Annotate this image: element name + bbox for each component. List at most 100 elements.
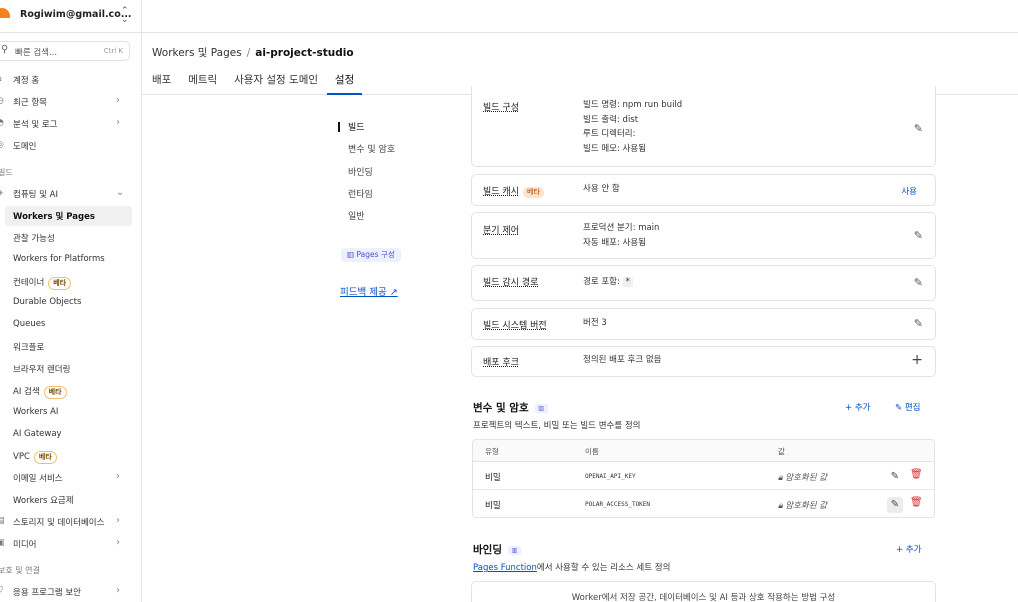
tab-deployments[interactable]: 배포 (152, 72, 171, 95)
account-switcher[interactable]: Rogiwim@gmail.co... ⌃ ⌄ (0, 0, 141, 33)
build-watch-paths-card: 빌드 감시 경로 경로 포함: * ✎ (471, 265, 936, 301)
enable-cache-button[interactable]: 사용 (901, 185, 917, 197)
sidebar-item-workers-plans[interactable]: Workers 요금제 (0, 490, 141, 510)
column-type: 유형 (485, 447, 499, 456)
sidebar-item-label: 도메인 (13, 142, 37, 152)
sidebar-item-ai-search[interactable]: AI 검색 베타 (0, 381, 141, 401)
sidebar-item-label: 스토리지 및 데이터베이스 (13, 518, 105, 528)
external-link-icon: ↗ (389, 287, 398, 298)
sidebar-item-label: Queues (13, 319, 46, 329)
chevron-right-icon: › (116, 471, 120, 482)
sidebar-item-label: 계정 홈 (13, 76, 40, 86)
sidebar-item-browser-rendering[interactable]: 브라우저 렌더링 (0, 359, 141, 379)
pencil-icon[interactable]: ✎ (914, 229, 923, 242)
chevron-right-icon: › (116, 95, 120, 106)
sidebar-item-workers-pages[interactable]: Workers 및 Pages (5, 206, 132, 226)
sidebar-item-label: 워크플로 (13, 343, 45, 353)
beta-badge: 베타 (33, 451, 57, 464)
sidebar-item-ai-gateway[interactable]: AI Gateway (0, 425, 141, 445)
chevron-right-icon: › (116, 537, 120, 548)
sidebar-item-workflows[interactable]: 워크플로 (0, 337, 141, 357)
pencil-icon[interactable]: ✎ (887, 497, 903, 513)
cpu-icon: ◈ (0, 188, 3, 198)
deploy-hooks-value: 정의된 배포 후크 없음 (583, 355, 662, 365)
cloudflare-logo-icon (0, 8, 10, 18)
breadcrumb-parent[interactable]: Workers 및 Pages (152, 47, 242, 59)
sidebar-item-recent[interactable]: ◷ 최근 항목 › (0, 92, 141, 112)
tab-metrics[interactable]: 메트릭 (188, 72, 217, 95)
build-cache-label: 빌드 캐시 베타 (483, 184, 544, 198)
deploy-hooks-card: 배포 후크 정의된 배포 후크 없음 + (471, 346, 936, 377)
build-watch-value: 경로 포함: * (583, 275, 633, 290)
sidebar-item-label: Workers for Platforms (13, 254, 105, 264)
pagenav-general[interactable]: 일반 (348, 209, 365, 222)
sidebar-item-vpc[interactable]: VPC 베타 (0, 447, 141, 467)
sidebar-section-build: 빌드 (0, 168, 13, 177)
sidebar-item-app-security[interactable]: ⛉ 응용 프로그램 보안 › (0, 582, 141, 602)
doc-icon[interactable]: ▥ (507, 545, 521, 555)
pagenav-variables[interactable]: 변수 및 암호 (348, 142, 395, 155)
pencil-icon[interactable]: ✎ (914, 276, 923, 289)
database-icon: ▤ (0, 516, 5, 526)
pagenav-bindings[interactable]: 바인딩 (348, 165, 373, 178)
sidebar-item-workers-ai[interactable]: Workers AI (0, 403, 141, 423)
sidebar-group-storage[interactable]: ▤ 스토리지 및 데이터베이스 › (0, 512, 141, 532)
tab-custom-domains[interactable]: 사용자 설정 도메인 (234, 72, 318, 95)
variables-description: 프로젝트의 텍스트, 비밀 또는 빌드 변수를 정의 (473, 421, 641, 431)
plus-icon[interactable]: + (911, 352, 923, 368)
doc-icon[interactable]: ▥ (534, 403, 548, 413)
sidebar-item-workers-for-platforms[interactable]: Workers for Platforms (0, 250, 141, 270)
build-cache-text: 빌드 캐시 (483, 187, 519, 197)
sidebar-item-label: 최근 항목 (13, 98, 47, 108)
column-name: 이름 (585, 447, 599, 456)
sidebar-item-domains[interactable]: ◎ 도메인 (0, 136, 141, 156)
bindings-description: Pages Function에서 사용할 수 있는 리소스 세트 정의 (473, 561, 670, 573)
pages-config-badge[interactable]: ▥ Pages 구성 (341, 248, 401, 262)
branch-control-card: 분기 제어 프로덕션 분기: main 자동 배포: 사용됨 ✎ (471, 212, 936, 259)
add-binding-button[interactable]: + 추가 (896, 543, 921, 555)
chevron-up-down-icon: ⌃ ⌄ (121, 6, 129, 25)
pagenav-runtime[interactable]: 런타임 (348, 187, 373, 200)
sidebar-item-label: 응용 프로그램 보안 (13, 588, 81, 598)
pagenav-build[interactable]: 빌드 (348, 120, 365, 133)
sidebar-item-analytics[interactable]: ◔ 분석 및 로그 › (0, 114, 141, 134)
row-type: 비밀 (485, 501, 501, 511)
tab-settings[interactable]: 설정 (326, 72, 363, 95)
root-directory: 루트 디렉터리: (583, 129, 636, 139)
variables-title-text: 변수 및 암호 (473, 402, 529, 414)
pages-function-link[interactable]: Pages Function (473, 563, 537, 573)
sidebar-item-durable-objects[interactable]: Durable Objects (0, 293, 141, 313)
chart-icon: ◔ (0, 118, 4, 128)
clock-icon: ◷ (0, 96, 4, 106)
sidebar-item-email-service[interactable]: 이메일 서비스 › (0, 468, 141, 488)
edit-variables-button[interactable]: ✎ 편집 (895, 401, 920, 413)
chevron-down-icon: ⌄ (116, 187, 125, 198)
sidebar-item-containers[interactable]: 컨테이너 베타 (0, 272, 141, 292)
sidebar-item-label: 컴퓨팅 및 AI (13, 190, 59, 200)
sidebar-group-media[interactable]: ▣ 미디어 › (0, 534, 141, 554)
pencil-icon[interactable]: ✎ (914, 317, 923, 330)
bindings-title: 바인딩 ▥ (473, 542, 521, 557)
sidebar-item-queues[interactable]: Queues (0, 315, 141, 335)
search-placeholder: 빠른 검색... (15, 48, 58, 58)
row-name: OPENAI_API_KEY (585, 473, 636, 480)
tab-bar: 배포 메트릭 사용자 설정 도메인 설정 (152, 72, 376, 95)
sidebar-group-compute[interactable]: ◈ 컴퓨팅 및 AI ⌄ (0, 184, 141, 204)
sidebar-item-label: AI Gateway (13, 429, 62, 439)
row-value: 🔒︎ 암호화된 값 (778, 499, 827, 511)
quick-search[interactable]: ⚲ 빠른 검색... Ctrl K (0, 41, 130, 61)
sidebar-item-label: Workers AI (13, 407, 59, 417)
trash-icon[interactable]: 🗑︎ (910, 469, 923, 480)
trash-icon[interactable]: 🗑︎ (910, 497, 923, 508)
auto-deploy: 자동 배포: 사용됨 (583, 237, 647, 248)
chevron-right-icon: › (116, 117, 120, 128)
pencil-icon[interactable]: ✎ (914, 122, 923, 135)
bindings-description-text: 에서 사용할 수 있는 리소스 세트 정의 (536, 563, 671, 573)
sidebar-item-account-home[interactable]: ⌂ 계정 홈 (0, 70, 141, 90)
watch-include-pattern: * (622, 277, 633, 287)
pencil-icon[interactable]: ✎ (887, 469, 903, 485)
sidebar-item-observability[interactable]: 관찰 가능성 (0, 228, 141, 248)
feedback-link[interactable]: 피드백 제공 ↗ (340, 284, 398, 298)
bindings-title-text: 바인딩 (473, 544, 502, 556)
add-variable-button[interactable]: + 추가 (845, 401, 870, 413)
